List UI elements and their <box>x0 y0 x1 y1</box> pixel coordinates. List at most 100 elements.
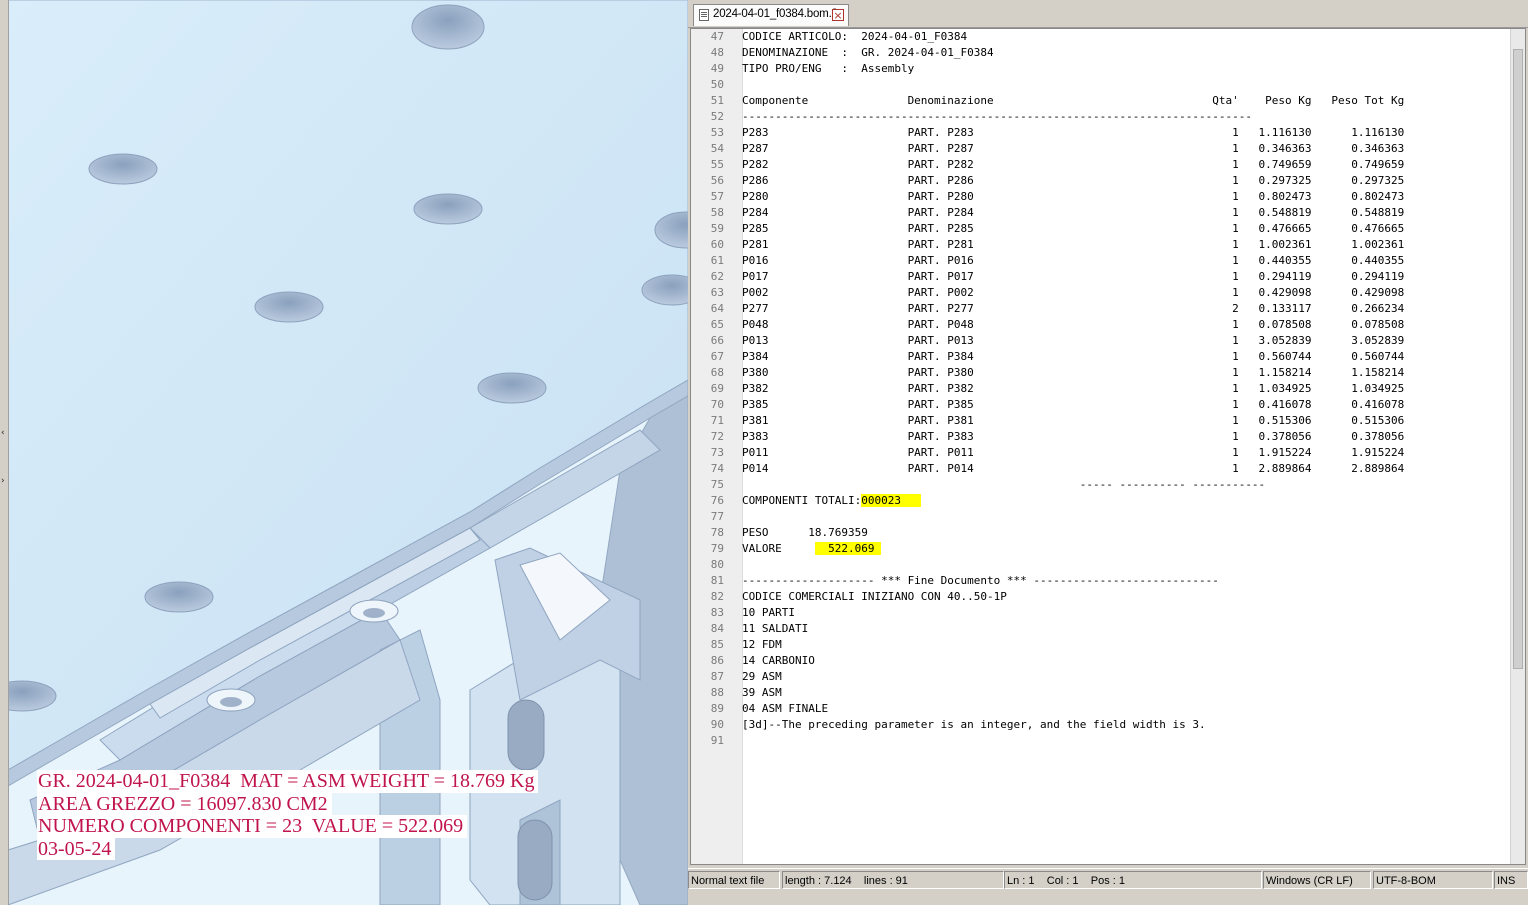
editor-line[interactable]: 50 <box>691 77 1521 93</box>
line-number: 89 <box>710 702 724 715</box>
line-text-content: P384 PART. P384 1 0.560744 0.560744 <box>742 350 1405 363</box>
editor-line[interactable]: 74 P014 PART. P014 1 2.889864 2.889864 <box>691 461 1521 477</box>
tab-label: 2024-04-01_f0384.bom.3 <box>713 8 838 20</box>
editor-line[interactable]: 47 CODICE ARTICOLO: 2024-04-01_F0384 <box>691 29 1521 45</box>
line-text: -------------------- *** Fine Documento … <box>742 573 1219 589</box>
line-text: P385 PART. P385 1 0.416078 0.416078 <box>742 397 1404 413</box>
line-text-content: P381 PART. P381 1 0.515306 0.515306 <box>742 414 1405 427</box>
editor-line[interactable]: 66 P013 PART. P013 1 3.052839 3.052839 <box>691 333 1521 349</box>
editor-line[interactable]: 56 P286 PART. P286 1 0.297325 0.297325 <box>691 173 1521 189</box>
editor-line[interactable]: 70 P385 PART. P385 1 0.416078 0.416078 <box>691 397 1521 413</box>
line-number: 50 <box>710 78 724 91</box>
line-number: 66 <box>710 334 724 347</box>
line-number: 54 <box>710 142 724 155</box>
editor-line[interactable]: 60 P281 PART. P281 1 1.002361 1.002361 <box>691 237 1521 253</box>
line-text: 04 ASM FINALE <box>742 701 828 717</box>
line-text-content: P002 PART. P002 1 0.429098 0.429098 <box>742 286 1405 299</box>
editor-line[interactable]: 90 [3d]--The preceding parameter is an in… <box>691 717 1521 733</box>
editor-line[interactable]: 55 P282 PART. P282 1 0.749659 0.749659 <box>691 157 1521 173</box>
editor-line[interactable]: 52 --------------------------------------… <box>691 109 1521 125</box>
line-text: P282 PART. P282 1 0.749659 0.749659 <box>742 157 1404 173</box>
editor-line[interactable]: 67 P384 PART. P384 1 0.560744 0.560744 <box>691 349 1521 365</box>
line-text: P280 PART. P280 1 0.802473 0.802473 <box>742 189 1404 205</box>
line-number: 83 <box>710 606 724 619</box>
line-text: 11 SALDATI <box>742 621 808 637</box>
vertical-scrollbar[interactable] <box>1510 29 1525 864</box>
editor-line[interactable]: 87 29 ASM <box>691 669 1521 685</box>
editor-line[interactable]: 89 04 ASM FINALE <box>691 701 1521 717</box>
line-text: P013 PART. P013 1 3.052839 3.052839 <box>742 333 1404 349</box>
line-text: [3d]--The preceding parameter is an inte… <box>742 717 1206 733</box>
editor-line[interactable]: 75 ----- ---------- ----------- <box>691 477 1521 493</box>
editor-line[interactable]: 65 P048 PART. P048 1 0.078508 0.078508 <box>691 317 1521 333</box>
collapse-left-icon[interactable]: ‹ <box>1 428 5 438</box>
close-icon[interactable]: × <box>832 9 844 21</box>
editor-line[interactable]: 71 P381 PART. P381 1 0.515306 0.515306 <box>691 413 1521 429</box>
editor-line[interactable]: 86 14 CARBONIO <box>691 653 1521 669</box>
editor-line[interactable]: 58 P284 PART. P284 1 0.548819 0.548819 <box>691 205 1521 221</box>
line-number: 68 <box>710 366 724 379</box>
editor-line[interactable]: 69 P382 PART. P382 1 1.034925 1.034925 <box>691 381 1521 397</box>
tab-bom-file[interactable]: 2024-04-01_f0384.bom.3 × <box>693 4 849 26</box>
overlay-line-date: 03-05-24 <box>37 837 116 860</box>
line-text: P011 PART. P011 1 1.915224 1.915224 <box>742 445 1404 461</box>
line-text: P283 PART. P283 1 1.116130 1.116130 <box>742 125 1404 141</box>
editor-line[interactable]: 81 -------------------- *** Fine Document… <box>691 573 1521 589</box>
line-text-content: CODICE ARTICOLO: 2024-04-01_F0384 <box>742 30 968 43</box>
editor-line[interactable]: 91 <box>691 733 1521 749</box>
line-text-content: DENOMINAZIONE : GR. 2024-04-01_F0384 <box>742 46 994 59</box>
editor-line[interactable]: 61 P016 PART. P016 1 0.440355 0.440355 <box>691 253 1521 269</box>
editor-line[interactable]: 59 P285 PART. P285 1 0.476665 0.476665 <box>691 221 1521 237</box>
editor-line[interactable]: 84 11 SALDATI <box>691 621 1521 637</box>
editor-line[interactable]: 83 10 PARTI <box>691 605 1521 621</box>
editor-line[interactable]: 51 Componente Denominazione Qta' Peso Kg … <box>691 93 1521 109</box>
line-number: 67 <box>710 350 724 363</box>
line-text-content: P281 PART. P281 1 1.002361 1.002361 <box>742 238 1405 251</box>
line-number: 77 <box>710 510 724 523</box>
editor-line[interactable]: 88 39 ASM <box>691 685 1521 701</box>
editor-line[interactable]: 78 PESO 18.769359 <box>691 525 1521 541</box>
editor-line[interactable]: 72 P383 PART. P383 1 0.378056 0.378056 <box>691 429 1521 445</box>
editor-line[interactable]: 48 DENOMINAZIONE : GR. 2024-04-01_F0384 <box>691 45 1521 61</box>
editor-line[interactable]: 53 P283 PART. P283 1 1.116130 1.116130 <box>691 125 1521 141</box>
line-text-content: TIPO PRO/ENG : Assembly <box>742 62 915 75</box>
editor-line[interactable]: 77 <box>691 509 1521 525</box>
line-text: CODICE COMERCIALI INIZIANO CON 40..50-1P <box>742 589 1007 605</box>
line-text: P286 PART. P286 1 0.297325 0.297325 <box>742 173 1404 189</box>
editor-line[interactable]: 80 <box>691 557 1521 573</box>
expand-right-icon[interactable]: › <box>1 476 5 486</box>
line-text: 29 ASM <box>742 669 782 685</box>
editor-line[interactable]: 73 P011 PART. P011 1 1.915224 1.915224 <box>691 445 1521 461</box>
line-text-content: 12 FDM <box>742 638 782 651</box>
line-text: ----------------------------------------… <box>742 109 1252 125</box>
editor-text-area[interactable]: 47 CODICE ARTICOLO: 2024-04-01_F0384 48 DEN… <box>690 28 1526 865</box>
editor-line[interactable]: 49 TIPO PRO/ENG : Assembly <box>691 61 1521 77</box>
line-number: 79 <box>710 542 724 555</box>
cad-viewport[interactable]: GR. 2024-04-01_F0384 MAT = ASM WEIGHT = … <box>0 0 688 905</box>
overlay-line-weight: GR. 2024-04-01_F0384 MAT = ASM WEIGHT = … <box>37 770 539 793</box>
highlighted-value: 000023 <box>861 494 921 507</box>
line-number: 64 <box>710 302 724 315</box>
editor-line[interactable]: 82 CODICE COMERCIALI INIZIANO CON 40..50-… <box>691 589 1521 605</box>
editor-line[interactable]: 54 P287 PART. P287 1 0.346363 0.346363 <box>691 141 1521 157</box>
line-text-content: -------------------- *** Fine Documento … <box>742 574 1219 587</box>
line-number: 87 <box>710 670 724 683</box>
editor-line[interactable]: 62 P017 PART. P017 1 0.294119 0.294119 <box>691 269 1521 285</box>
line-number: 55 <box>710 158 724 171</box>
scrollbar-thumb[interactable] <box>1513 49 1523 669</box>
line-text-content: ----------------------------------------… <box>742 110 1252 123</box>
editor-line[interactable]: 85 12 FDM <box>691 637 1521 653</box>
editor-line[interactable]: 63 P002 PART. P002 1 0.429098 0.429098 <box>691 285 1521 301</box>
editor-line[interactable]: 76 COMPONENTI TOTALI:000023 <box>691 493 1521 509</box>
panel-splitter[interactable]: ‹ › <box>0 0 9 905</box>
line-text: P017 PART. P017 1 0.294119 0.294119 <box>742 269 1404 285</box>
editor-line[interactable]: 57 P280 PART. P280 1 0.802473 0.802473 <box>691 189 1521 205</box>
editor-line[interactable]: 64 P277 PART. P277 2 0.133117 0.266234 <box>691 301 1521 317</box>
editor-line[interactable]: 79 VALORE 522.069 <box>691 541 1521 557</box>
line-text-content: 39 ASM <box>742 686 782 699</box>
line-text: ----- ---------- ----------- <box>742 477 1265 493</box>
line-number: 65 <box>710 318 724 331</box>
line-text: 10 PARTI <box>742 605 795 621</box>
editor-line[interactable]: 68 P380 PART. P380 1 1.158214 1.158214 <box>691 365 1521 381</box>
line-text-content: [3d]--The preceding parameter is an inte… <box>742 718 1206 731</box>
